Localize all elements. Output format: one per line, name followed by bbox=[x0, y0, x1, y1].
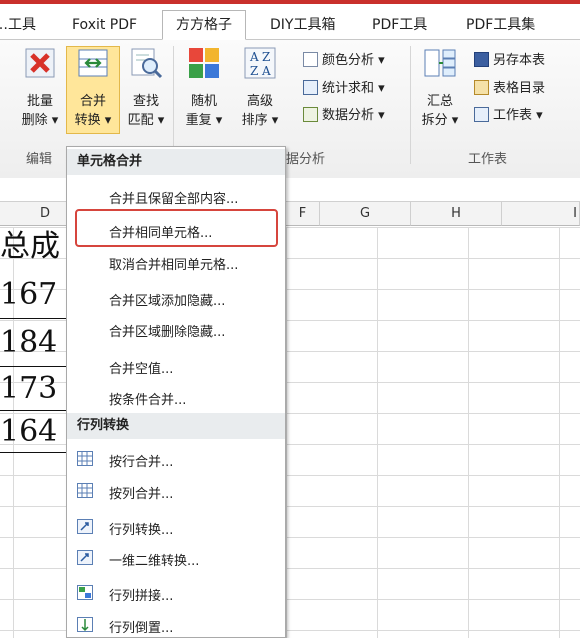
find-match-label-1: 查找 bbox=[132, 94, 159, 109]
save-disk-icon bbox=[474, 52, 489, 67]
summary-split-label-1: 汇总 bbox=[426, 94, 453, 109]
advanced-sort-label-1: 高级 bbox=[246, 94, 273, 109]
cell-d-header[interactable]: 总成 bbox=[0, 227, 68, 267]
svg-text:Z: Z bbox=[250, 64, 258, 78]
color-analysis-label: 颜色分析 ▾ bbox=[322, 53, 385, 68]
summary-split-icon bbox=[424, 49, 456, 77]
random-repeat-label-1: 随机 bbox=[190, 94, 217, 109]
menu-item-row-column-reverse[interactable]: 行列倒置... bbox=[109, 617, 173, 636]
menu-item-row-column-join[interactable]: 行列拼接... bbox=[109, 585, 173, 604]
group-label-edit: 编辑 bbox=[26, 152, 53, 167]
save-this-sheet-label: 另存本表 bbox=[493, 53, 546, 68]
color-grid-icon bbox=[303, 52, 318, 67]
tab-diy-toolbox[interactable]: DIY工具箱 bbox=[270, 12, 335, 39]
data-analysis-icon bbox=[303, 107, 318, 122]
tab-fangfang-gezi[interactable]: 方方格子 bbox=[162, 10, 246, 40]
menu-item-merge-add-hidden[interactable]: 合并区域添加隐藏... bbox=[109, 290, 225, 309]
svg-text:Z: Z bbox=[262, 50, 270, 64]
section-header-cell-merge: 单元格合并 bbox=[67, 149, 285, 175]
table-catalog-button[interactable]: 表格目录 bbox=[474, 80, 545, 98]
random-color-blocks-icon bbox=[189, 48, 219, 78]
menu-item-unmerge-same-cells[interactable]: 取消合并相同单元格... bbox=[109, 254, 238, 273]
random-repeat-button[interactable]: 随机 重复 ▾ bbox=[182, 46, 226, 130]
delete-x-icon bbox=[25, 48, 55, 78]
tab-tools[interactable]: …工具 bbox=[0, 12, 36, 39]
merge-by-row-icon bbox=[77, 451, 93, 466]
ribbon-tab-bar: …工具 Foxit PDF 方方格子 DIY工具箱 PDF工具 PDF工具集 bbox=[0, 4, 580, 40]
find-match-label-2: 匹配 ▾ bbox=[127, 113, 165, 128]
sort-az-icon: A Z Z A bbox=[244, 47, 276, 79]
merge-convert-label-1: 合并 bbox=[79, 94, 106, 109]
find-magnifier-icon bbox=[131, 48, 163, 79]
row-column-convert-icon bbox=[77, 519, 93, 534]
advanced-sort-label-2: 排序 ▾ bbox=[241, 113, 279, 128]
merge-by-column-icon bbox=[77, 483, 93, 498]
svg-text:A: A bbox=[249, 50, 259, 64]
tab-pdf-tools[interactable]: PDF工具 bbox=[372, 12, 427, 39]
batch-delete-label-1: 批量 bbox=[26, 94, 53, 109]
group-label-analysis: 据分析 bbox=[286, 152, 326, 167]
random-repeat-label-2: 重复 ▾ bbox=[185, 113, 223, 128]
stat-sum-button[interactable]: 统计求和 ▾ bbox=[303, 80, 385, 98]
svg-text:A: A bbox=[261, 64, 271, 78]
worksheet-menu-label: 工作表 ▾ bbox=[493, 108, 543, 123]
color-analysis-button[interactable]: 颜色分析 ▾ bbox=[303, 52, 385, 70]
row-column-join-icon bbox=[77, 585, 93, 600]
menu-item-merge-keep-all[interactable]: 合并且保留全部内容... bbox=[109, 188, 238, 207]
advanced-sort-button[interactable]: A Z Z A 高级 排序 ▾ bbox=[234, 46, 286, 130]
summary-split-label-2: 拆分 ▾ bbox=[421, 113, 459, 128]
batch-delete-label-2: 删除 ▾ bbox=[21, 113, 59, 128]
merge-convert-label-2: 转换 ▾ bbox=[74, 113, 112, 128]
one-two-dim-convert-icon bbox=[77, 550, 93, 565]
data-analysis-label: 数据分析 ▾ bbox=[322, 108, 385, 123]
group-separator bbox=[410, 46, 411, 164]
column-header-f[interactable]: F bbox=[286, 202, 320, 226]
menu-item-merge-by-condition[interactable]: 按条件合并... bbox=[109, 389, 186, 408]
cell-border bbox=[0, 366, 68, 367]
cell-border bbox=[0, 452, 68, 453]
column-header-g[interactable]: G bbox=[320, 202, 411, 226]
cell-d-value[interactable]: 184 bbox=[0, 323, 68, 363]
group-label-worksheet: 工作表 bbox=[468, 152, 508, 167]
tab-pdf-toolset[interactable]: PDF工具集 bbox=[466, 12, 535, 39]
find-match-button[interactable]: 查找 匹配 ▾ bbox=[124, 46, 168, 130]
tab-foxit-pdf[interactable]: Foxit PDF bbox=[72, 12, 137, 39]
summary-split-button[interactable]: 汇总 拆分 ▾ bbox=[416, 46, 464, 130]
cell-border bbox=[0, 410, 68, 411]
highlight-annotation-box bbox=[75, 209, 278, 247]
cell-d-value[interactable]: 173 bbox=[0, 369, 68, 409]
section-header-row-column: 行列转换 bbox=[67, 413, 285, 439]
merge-convert-icon bbox=[78, 49, 108, 77]
menu-item-merge-remove-hidden[interactable]: 合并区域删除隐藏... bbox=[109, 321, 225, 340]
menu-item-merge-by-row[interactable]: 按行合并... bbox=[109, 451, 173, 470]
table-catalog-label: 表格目录 bbox=[493, 81, 546, 96]
merge-convert-button[interactable]: 合并 转换 ▾ bbox=[68, 46, 118, 130]
save-this-sheet-button[interactable]: 另存本表 bbox=[474, 52, 545, 70]
column-header-h[interactable]: H bbox=[411, 202, 502, 226]
worksheet-icon bbox=[474, 107, 489, 122]
cell-border bbox=[0, 318, 68, 319]
row-column-reverse-icon bbox=[77, 617, 93, 632]
menu-item-merge-empty[interactable]: 合并空值... bbox=[109, 358, 173, 377]
batch-delete-button[interactable]: 批量 删除 ▾ bbox=[18, 46, 62, 130]
menu-item-one-two-dim-convert[interactable]: 一维二维转换... bbox=[109, 550, 199, 569]
table-catalog-icon bbox=[474, 80, 489, 95]
stat-sum-icon bbox=[303, 80, 318, 95]
menu-item-merge-by-column[interactable]: 按列合并... bbox=[109, 483, 173, 502]
menu-item-row-column-convert[interactable]: 行列转换... bbox=[109, 519, 173, 538]
cell-d-value[interactable]: 164 bbox=[0, 412, 68, 452]
column-header-i[interactable]: I bbox=[502, 202, 580, 226]
cell-d-value[interactable]: 167 bbox=[0, 275, 68, 315]
data-analysis-button[interactable]: 数据分析 ▾ bbox=[303, 107, 385, 125]
stat-sum-label: 统计求和 ▾ bbox=[322, 81, 385, 96]
worksheet-menu-button[interactable]: 工作表 ▾ bbox=[474, 107, 543, 125]
